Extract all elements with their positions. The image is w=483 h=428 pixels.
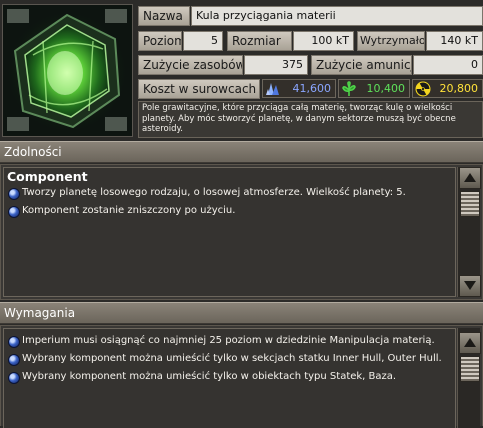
requirements-scrollbar[interactable] xyxy=(457,328,481,428)
cost-plant: 10,400 xyxy=(338,79,410,98)
durability-label: Wytrzymałość xyxy=(357,31,425,51)
cost-plant-value: 10,400 xyxy=(366,82,406,95)
ability-text: Komponent zostanie zniszczony po użyciu. xyxy=(22,205,236,216)
requirement-text: Wybrany komponent można umieścić tylko w… xyxy=(22,371,397,382)
bullet-icon xyxy=(8,372,20,384)
ability-text: Tworzy planetę losowego rodzaju, o losow… xyxy=(22,187,406,198)
durability-value: 140 kT xyxy=(426,31,483,51)
cost-crystal-value: 41,600 xyxy=(292,82,332,95)
scroll-thumb[interactable] xyxy=(460,191,480,217)
cost-crystal: 41,600 xyxy=(262,79,336,98)
arrow-up-icon xyxy=(464,338,476,347)
bullet-icon xyxy=(8,336,20,348)
scroll-up-button[interactable] xyxy=(459,332,481,354)
resource-use-value: 375 xyxy=(244,55,308,75)
scroll-down-button[interactable] xyxy=(459,275,481,297)
level-value: 5 xyxy=(183,31,223,51)
level-label: Poziom xyxy=(138,31,182,51)
list-item: Wybrany komponent można umieścić tylko w… xyxy=(4,371,455,384)
resource-use-label: Zużycie zasobów xyxy=(138,55,243,75)
arrow-up-icon xyxy=(464,173,476,182)
bullet-icon xyxy=(8,188,20,200)
description-text: Pole grawitacyjne, które przyciąga całą … xyxy=(138,101,483,138)
abilities-list: Component Tworzy planetę losowego rodzaj… xyxy=(3,167,456,297)
component-image xyxy=(2,4,133,137)
list-item: Tworzy planetę losowego rodzaju, o losow… xyxy=(4,187,455,200)
bullet-icon xyxy=(8,354,20,366)
plant-icon xyxy=(342,81,356,96)
bullet-icon xyxy=(8,206,20,218)
requirement-text: Imperium musi osiągnąć co najmniej 25 po… xyxy=(22,335,435,346)
cost-label: Koszt w surowcach xyxy=(138,79,260,99)
requirements-list: Imperium musi osiągnąć co najmniej 25 po… xyxy=(3,328,456,428)
radiation-icon xyxy=(415,81,431,97)
component-title: Component xyxy=(7,169,88,184)
name-value: Kula przyciągania materii xyxy=(191,6,483,26)
name-label: Nazwa xyxy=(138,6,190,26)
abilities-scrollbar[interactable] xyxy=(457,167,481,297)
arrow-down-icon xyxy=(464,281,476,290)
requirements-header: Wymagania xyxy=(0,302,483,324)
abilities-header: Zdolności xyxy=(0,141,483,163)
ammo-use-label: Zużycie amunicji xyxy=(311,55,412,75)
abilities-panel: Component Tworzy planetę losowego rodzaj… xyxy=(0,164,483,300)
requirements-panel: Imperium musi osiągnąć co najmniej 25 po… xyxy=(0,325,483,428)
cost-radiation-value: 20,800 xyxy=(439,82,479,95)
scroll-up-button[interactable] xyxy=(459,167,481,189)
list-item: Wybrany komponent można umieścić tylko w… xyxy=(4,353,455,366)
list-item: Imperium musi osiągnąć co najmniej 25 po… xyxy=(4,335,455,348)
size-label: Rozmiar xyxy=(227,31,292,51)
gravity-sphere-image xyxy=(3,5,132,136)
crystal-icon xyxy=(266,83,279,95)
scroll-thumb[interactable] xyxy=(460,356,480,382)
list-item: Komponent zostanie zniszczony po użyciu. xyxy=(4,205,455,218)
cost-radiation: 20,800 xyxy=(412,79,483,98)
requirement-text: Wybrany komponent można umieścić tylko w… xyxy=(22,353,442,364)
ammo-use-value: 0 xyxy=(413,55,483,75)
size-value: 100 kT xyxy=(293,31,354,51)
